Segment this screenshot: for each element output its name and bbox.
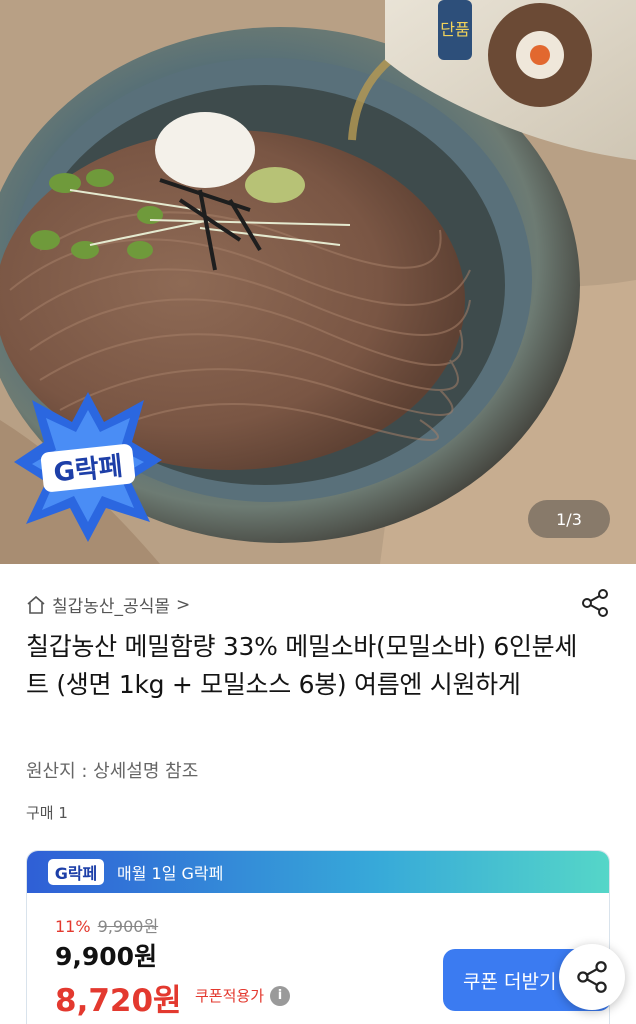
shop-name: 칠갑농산_공식몰 [52,597,170,617]
share-icon [577,961,607,993]
share-icon[interactable] [580,588,610,618]
glakpe-mini-badge: G락페 [48,859,104,885]
deal-banner[interactable]: G락페 매월 1일 G락페 [27,851,609,893]
coupon-label-text: 쿠폰적용가 [195,987,265,1005]
home-icon [27,595,45,614]
mini-badge-label: G락페 [55,864,98,883]
product-image-carousel[interactable]: 단품 G락페 1/3 [0,0,636,564]
packet-label: 단품 [440,20,469,39]
origin-info: 원산지 : 상세설명 참조 [26,761,199,782]
deal-card: G락페 매월 1일 G락페 11% 9,900원 9,900원 8,720원 쿠… [26,850,610,1024]
original-price: 9,900원 [97,917,159,936]
image-counter: 1/3 [528,500,610,538]
glakpe-burst-badge: G락페 [14,392,162,542]
discount-percent: 11% [55,917,91,936]
discount-line: 11% 9,900원 [55,913,158,937]
sale-price: 9,900원 [55,942,158,971]
info-icon[interactable]: i [270,985,291,1006]
purchase-count: 구매 1 [26,804,68,822]
floating-share-button[interactable] [559,944,625,1010]
chevron-right-icon: > [175,594,191,615]
coupon-price: 8,720원 [55,983,182,1019]
product-title: 칠갑농산 메밀함량 33% 메밀소바(모밀소바) 6인분세트 (생면 1kg +… [26,632,578,699]
coupon-applied-label: 쿠폰적용가 i [195,985,291,1006]
shop-link[interactable]: 칠갑농산_공식몰 > [26,592,190,617]
deal-banner-text: 매월 1일 G락페 [117,864,224,883]
